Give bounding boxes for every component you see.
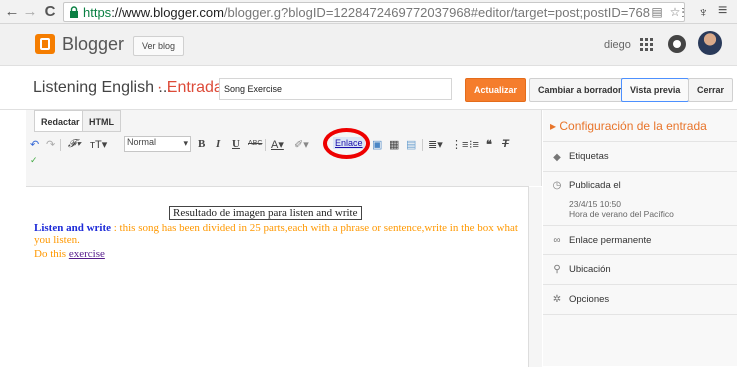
url-scheme: https xyxy=(83,4,112,20)
highlight-color-icon[interactable]: ✐▾ xyxy=(294,138,309,151)
gear-icon: ✲ xyxy=(552,294,562,305)
underline-icon[interactable]: U xyxy=(232,138,240,150)
close-button[interactable]: Cerrar xyxy=(688,78,734,102)
forward-icon[interactable]: → xyxy=(22,3,38,21)
preview-button[interactable]: Vista previa xyxy=(621,78,690,102)
label-tag-icon: ◆ xyxy=(553,152,561,163)
view-blog-button[interactable]: Ver blog xyxy=(133,36,185,56)
editor-body: Resultado de imagen para listen and writ… xyxy=(26,186,542,367)
post-title-bar: Listening English ... · Entrada Actualiz… xyxy=(0,66,737,110)
published-date: 23/4/15 10:50 xyxy=(569,199,621,209)
font-size-icon[interactable]: ᴛT▾ xyxy=(90,138,107,151)
exercise-link[interactable]: exercise xyxy=(69,248,105,260)
strikethrough-icon[interactable]: ABC xyxy=(248,140,262,147)
star-icon[interactable]: ☆ xyxy=(668,5,682,19)
sidebar-item-label: Opciones xyxy=(569,294,610,305)
update-button[interactable]: Actualizar xyxy=(465,78,527,102)
blog-name[interactable]: Listening English ... xyxy=(33,79,172,97)
quote-icon[interactable]: ❝ xyxy=(486,138,492,151)
jump-break-icon[interactable]: ▤ xyxy=(406,138,416,151)
sidebar-item-label: Etiquetas xyxy=(569,151,609,162)
post-content-editor[interactable]: Resultado de imagen para listen and writ… xyxy=(26,187,529,367)
post-settings-sidebar: ▸ Configuración de la entrada ◆ Etiqueta… xyxy=(543,110,737,366)
revert-draft-button[interactable]: Cambiar a borrador xyxy=(529,78,631,102)
notifications-icon[interactable] xyxy=(668,35,686,53)
sidebar-item-label: Enlace permanente xyxy=(569,235,652,246)
sidebar-item-label: Publicada el xyxy=(569,180,621,191)
text-color-icon[interactable]: A▾ xyxy=(271,138,284,151)
align-icon[interactable]: ≣▾ xyxy=(428,138,443,151)
numbered-list-icon[interactable]: ⋮≡ xyxy=(451,138,468,151)
settings-heading: ▸ Configuración de la entrada xyxy=(550,119,707,133)
paragraph-style-value: Normal xyxy=(127,137,157,147)
undo-icon[interactable]: ↶ xyxy=(30,138,39,151)
do-this-text: Do this xyxy=(34,248,69,260)
translate-icon[interactable]: ▤ xyxy=(650,5,664,19)
listen-title: Listen and write xyxy=(34,222,111,234)
lock-icon xyxy=(70,6,78,18)
sidebar-item-label: Ubicación xyxy=(569,264,611,275)
avatar[interactable] xyxy=(698,31,722,55)
tab-compose[interactable]: Redactar xyxy=(34,110,87,132)
blogger-logo-icon[interactable] xyxy=(35,34,55,54)
insert-video-icon[interactable]: ▦ xyxy=(389,138,399,151)
post-title-input[interactable] xyxy=(219,78,452,100)
menu-icon[interactable]: ≡ xyxy=(718,2,727,20)
font-family-icon[interactable]: 𝓕▾ xyxy=(68,138,81,151)
url-host: ://www.blogger.com xyxy=(111,4,224,20)
post-paragraph-2[interactable]: Do this exercise xyxy=(34,248,105,260)
sidebar-item-labels[interactable]: ◆ Etiquetas xyxy=(543,142,737,172)
back-icon[interactable]: ← xyxy=(4,3,20,21)
post-paragraph-1[interactable]: Listen and write : this song has been di… xyxy=(34,222,524,246)
clock-icon: ◷ xyxy=(552,180,562,191)
browser-toolbar: ← → C https://www.blogger.com/blogger.g?… xyxy=(0,0,737,24)
apps-grid-icon[interactable] xyxy=(640,38,654,52)
blogger-header: Blogger Ver blog diego xyxy=(0,24,737,66)
published-timezone: Hora de verano del Pacífico xyxy=(569,209,674,219)
insert-image-icon[interactable]: ▣ xyxy=(372,138,382,151)
blogger-logo-text[interactable]: Blogger xyxy=(62,34,124,55)
extension-icon[interactable]: ♆ xyxy=(698,4,709,20)
editor-toolbar-area: Redactar HTML ↶ ↷ 𝓕▾ ᴛT▾ Normal B I U AB… xyxy=(26,110,542,186)
user-name[interactable]: diego xyxy=(604,39,631,51)
paragraph-style-select[interactable]: Normal xyxy=(124,136,191,152)
formatting-toolbar: ↶ ↷ 𝓕▾ ᴛT▾ Normal B I U ABC A▾ ✐▾ Enlace… xyxy=(26,128,542,166)
url-path: /blogger.g?blogID=1228472469772037968#ed… xyxy=(223,4,685,20)
italic-icon[interactable]: I xyxy=(216,138,220,150)
settings-heading-row[interactable]: ▸ Configuración de la entrada xyxy=(543,110,737,142)
bold-icon[interactable]: B xyxy=(198,138,205,150)
image-alt-text[interactable]: Resultado de imagen para listen and writ… xyxy=(169,206,362,220)
link-chain-icon: ∞ xyxy=(553,235,561,246)
sidebar-item-published[interactable]: ◷ Publicada el 23/4/15 10:50 Hora de ver… xyxy=(543,172,737,226)
sidebar-item-options[interactable]: ✲ Opciones xyxy=(543,285,737,315)
reload-icon[interactable]: C xyxy=(42,3,58,21)
spellcheck-icon[interactable]: ✓ xyxy=(30,155,38,166)
bullet-list-icon[interactable]: ⁝≡ xyxy=(469,138,479,151)
tab-html[interactable]: HTML xyxy=(82,110,121,132)
settings-heading-text: Configuración de la entrada xyxy=(559,119,707,133)
redo-icon[interactable]: ↷ xyxy=(46,138,55,151)
clear-formatting-icon[interactable]: T xyxy=(502,138,509,150)
entry-type-label: · Entrada xyxy=(157,79,223,96)
location-pin-icon: ⚲ xyxy=(553,264,561,275)
address-bar[interactable]: https://www.blogger.com/blogger.g?blogID… xyxy=(63,2,685,22)
annotation-circle xyxy=(323,128,370,159)
sidebar-item-location[interactable]: ⚲ Ubicación xyxy=(543,255,737,285)
sidebar-item-permalink[interactable]: ∞ Enlace permanente xyxy=(543,226,737,255)
